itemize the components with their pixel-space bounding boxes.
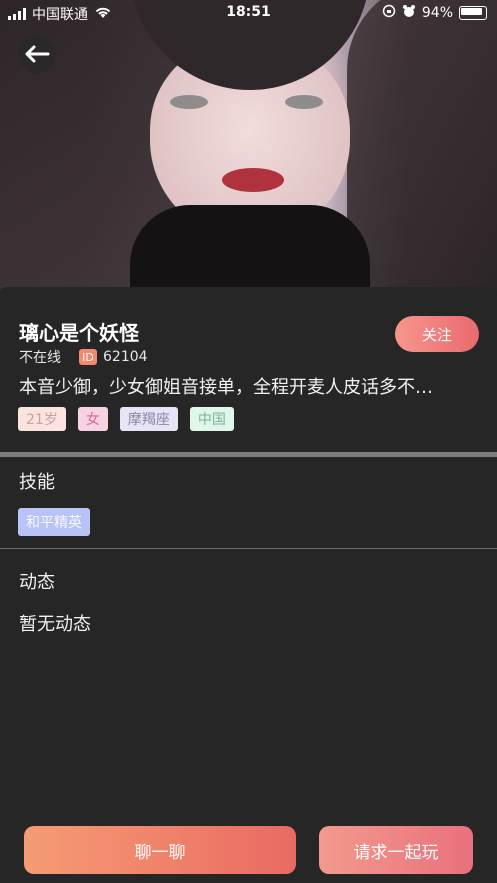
tag-list: 21岁 女 摩羯座 中国 [18,407,234,431]
zodiac-tag: 摩羯座 [119,407,178,431]
user-id: 62104 [103,349,148,365]
profile-photo [0,0,497,300]
user-bio: 本音少御，少女御姐音接单，全程开麦人皮话多不… [19,377,433,398]
alarm-icon [402,4,416,22]
chat-button[interactable]: 聊一聊 [24,826,296,874]
battery-percent: 94% [421,5,453,21]
status-bar: 中国联通 18:51 94% [0,0,497,26]
id-badge-icon: ID [79,349,97,365]
moments-title: 动态 [19,572,55,593]
section-divider [0,548,497,549]
online-status: 不在线 [19,350,61,366]
back-button[interactable] [18,35,56,73]
age-tag: 21岁 [18,407,66,431]
lock-rotation-icon [382,4,396,22]
request-play-button[interactable]: 请求一起玩 [319,826,473,874]
section-divider [0,452,497,457]
skill-tag[interactable]: 和平精英 [18,508,90,536]
profile-card: 璃心是个妖怪 关注 不在线 ID 62104 本音少御，少女御姐音接单，全程开麦… [0,287,497,883]
moments-empty-text: 暂无动态 [19,614,91,635]
user-meta: 不在线 ID 62104 [19,347,148,367]
follow-button[interactable]: 关注 [395,316,479,352]
gender-tag: 女 [77,407,108,431]
arrow-left-icon [25,45,50,63]
battery-icon [459,6,487,20]
skills-title: 技能 [19,472,55,493]
profile-page: 中国联通 18:51 94% 璃心是个妖怪 关注 不在线 ID 62104 本音… [0,0,497,883]
country-tag: 中国 [189,407,234,431]
user-name: 璃心是个妖怪 [19,321,139,345]
